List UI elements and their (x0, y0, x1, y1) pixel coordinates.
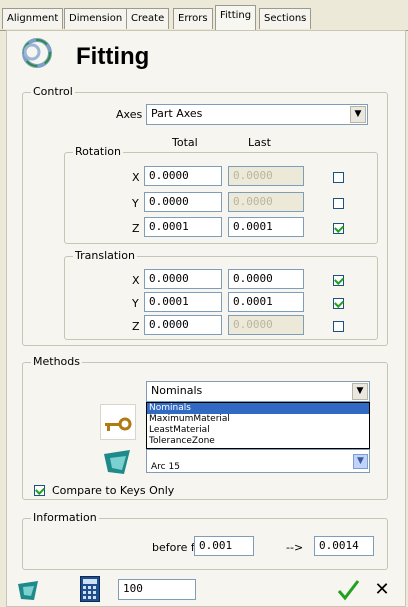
before-fit-value: 0.001 (194, 536, 254, 556)
fitting-logo-icon (20, 36, 54, 70)
rotation-x-checkbox[interactable] (333, 172, 344, 183)
method-select[interactable]: Nominals ▼ (146, 381, 370, 402)
translation-x-label: X (132, 274, 140, 287)
translation-x-checkbox[interactable] (333, 275, 344, 286)
rotation-y-last: 0.0000 (228, 192, 304, 212)
after-fit-value: 0.0014 (314, 536, 374, 556)
axes-select[interactable]: Part Axes ▼ (146, 104, 368, 125)
list-item[interactable]: Arc 15 (151, 462, 180, 472)
translation-y-label: Y (132, 297, 139, 310)
control-group-label: Control (31, 85, 75, 98)
col-last-label: Last (248, 136, 271, 149)
rotation-z-total[interactable]: 0.0001 (144, 217, 222, 237)
method-option-least-material[interactable]: LeastMaterial (147, 425, 369, 436)
tab-sections[interactable]: Sections (259, 8, 312, 29)
rotation-z-checkbox[interactable] (333, 223, 344, 234)
tab-create[interactable]: Create (126, 8, 170, 29)
information-group-label: Information (31, 511, 99, 524)
keys-list[interactable]: Arc 15 ▼ (146, 449, 370, 473)
method-dropdown-list[interactable]: Nominals MaximumMaterial LeastMaterial T… (146, 402, 370, 449)
translation-x-total[interactable]: 0.0000 (144, 269, 222, 289)
method-option-nominals[interactable]: Nominals (147, 403, 369, 414)
translation-x-last[interactable]: 0.0000 (228, 269, 304, 289)
translation-y-total[interactable]: 0.0001 (144, 292, 222, 312)
col-total-label: Total (172, 136, 198, 149)
fit-shape-icon[interactable] (100, 444, 134, 478)
tab-dimension[interactable]: Dimension (64, 8, 128, 29)
page-title: Fitting (76, 43, 150, 70)
tab-errors[interactable]: Errors (173, 8, 213, 29)
calculator-icon[interactable] (80, 576, 100, 602)
compare-keys-label: Compare to Keys Only (52, 484, 175, 497)
arrow-label: --> (286, 541, 304, 554)
value-input[interactable]: 100 (118, 579, 196, 600)
axes-select-value: Part Axes (151, 107, 203, 120)
method-option-tolerance-zone[interactable]: ToleranceZone (147, 436, 369, 447)
translation-z-total[interactable]: 0.0000 (144, 315, 222, 335)
rotation-z-label: Z (132, 222, 140, 235)
translation-z-label: Z (132, 320, 140, 333)
rotation-y-checkbox[interactable] (333, 198, 344, 209)
chevron-down-icon[interactable]: ▼ (352, 383, 368, 400)
rotation-y-total[interactable]: 0.0000 (144, 192, 222, 212)
fit-shape-icon[interactable] (16, 578, 40, 602)
tab-fitting[interactable]: Fitting (215, 5, 257, 32)
method-select-value: Nominals (151, 384, 203, 397)
translation-z-checkbox[interactable] (333, 321, 344, 332)
translation-y-checkbox[interactable] (333, 298, 344, 309)
ok-check-icon[interactable] (336, 578, 360, 602)
axes-label: Axes (116, 108, 143, 121)
rotation-x-label: X (132, 171, 140, 184)
methods-group-label: Methods (31, 355, 82, 368)
compare-keys-checkbox[interactable] (34, 485, 45, 496)
rotation-z-last[interactable]: 0.0001 (228, 217, 304, 237)
rotation-x-last: 0.0000 (228, 166, 304, 186)
rotation-x-total[interactable]: 0.0000 (144, 166, 222, 186)
chevron-down-icon[interactable]: ▼ (350, 106, 366, 123)
rotation-y-label: Y (132, 197, 139, 210)
translation-z-last: 0.0000 (228, 315, 304, 335)
method-option-maximum-material[interactable]: MaximumMaterial (147, 414, 369, 425)
key-icon[interactable] (100, 404, 136, 440)
tab-bar: Alignment Dimension Create Errors Fittin… (0, 0, 408, 32)
close-icon[interactable]: ✕ (372, 580, 392, 600)
rotation-label: Rotation (73, 145, 124, 158)
translation-y-last[interactable]: 0.0001 (228, 292, 304, 312)
tab-alignment[interactable]: Alignment (2, 8, 64, 29)
translation-label: Translation (73, 249, 137, 262)
scroll-down-icon[interactable]: ▼ (353, 454, 368, 469)
